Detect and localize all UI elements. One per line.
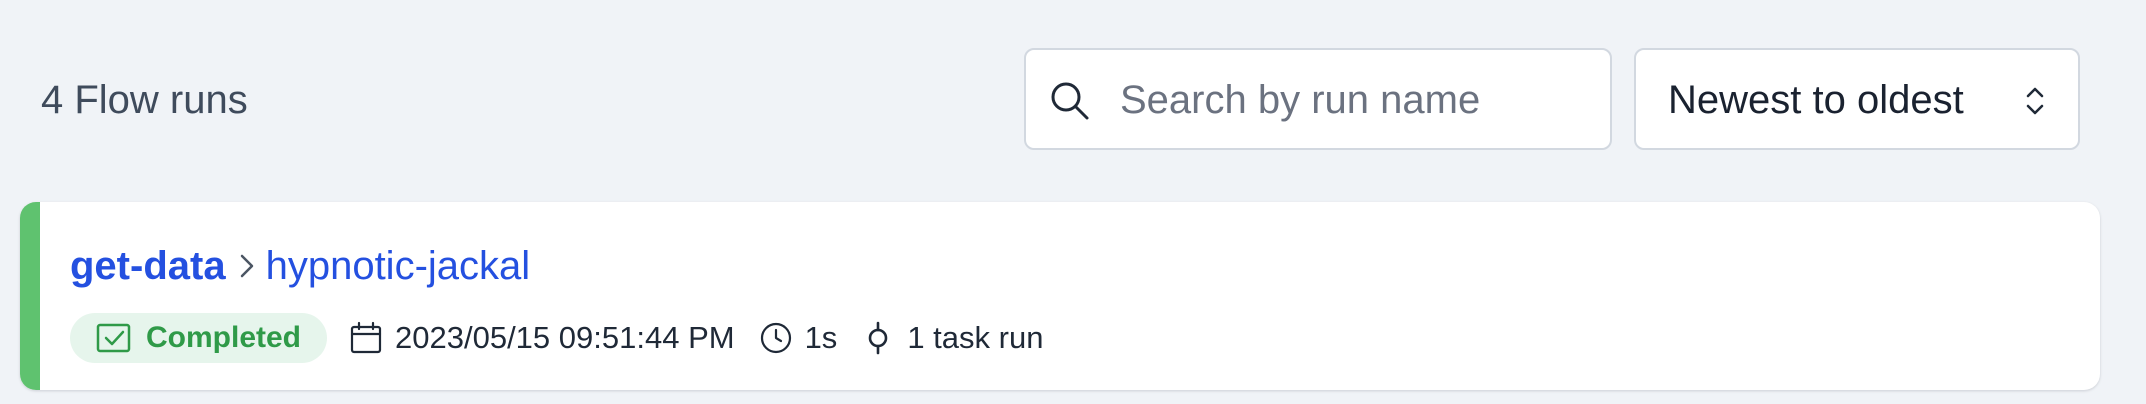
duration: 1s [759,320,838,356]
chevron-up-down-icon [2026,87,2044,115]
task-run-count-value: 1 task run [907,320,1044,355]
sort-select[interactable]: Newest to oldest [1634,48,2080,150]
breadcrumb: get-data hypnotic-jackal [70,238,530,294]
start-time: 2023/05/15 09:51:44 PM [349,320,735,356]
status-label: Completed [146,321,302,354]
sort-select-value: Newest to oldest [1668,78,1964,122]
flow-run-count: 4 Flow runs [41,78,248,122]
clock-icon [760,322,791,354]
calendar-icon [350,321,382,354]
flow-run-card: get-data hypnotic-jackal Completed 2023/… [20,202,2100,390]
flow-run-meta: Completed 2023/05/15 09:51:44 PM 1s 1 ta… [70,312,1043,364]
search-box[interactable] [1024,48,1612,150]
task-run-count: 1 task run [861,320,1043,356]
flow-run-name-link[interactable]: hypnotic-jackal [266,244,531,289]
state-stripe [20,202,40,390]
flow-name-link[interactable]: get-data [70,244,226,289]
flow-runs-page: 4 Flow runs Newest to oldest get-data hy… [0,0,2146,404]
search-input[interactable] [1120,70,1590,130]
status-badge: Completed [70,313,328,363]
task-run-icon [869,321,888,355]
check-square-icon [96,323,131,353]
duration-value: 1s [804,320,838,355]
chevron-right-icon [240,254,253,278]
search-icon [1051,82,1089,120]
start-time-value: 2023/05/15 09:51:44 PM [395,320,735,355]
